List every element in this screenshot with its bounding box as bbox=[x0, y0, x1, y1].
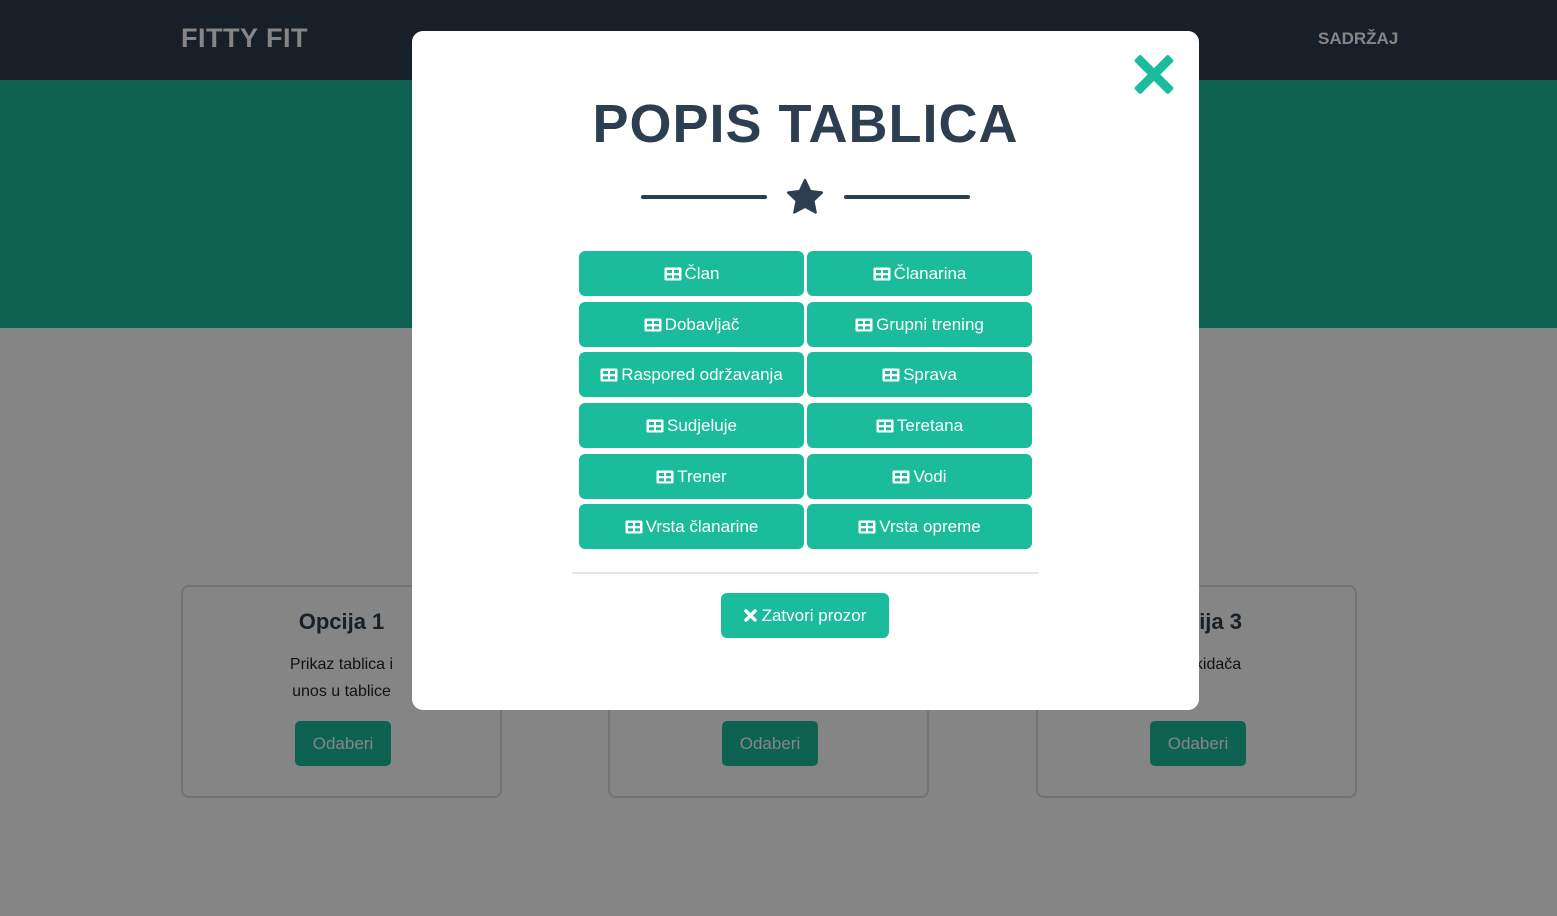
times-icon bbox=[743, 609, 757, 622]
close-icon[interactable] bbox=[1134, 55, 1174, 95]
table-icon bbox=[873, 267, 891, 280]
table-button-label: Član bbox=[684, 263, 720, 283]
table-button-label: Raspored održavanja bbox=[621, 364, 783, 384]
table-icon bbox=[644, 318, 662, 331]
table-button[interactable]: Raspored održavanja bbox=[579, 352, 804, 397]
table-button[interactable]: Sprava bbox=[807, 352, 1032, 397]
table-icon bbox=[882, 368, 900, 381]
divider-line-left bbox=[641, 195, 767, 199]
table-icon bbox=[892, 470, 910, 483]
table-button[interactable]: Sudjeluje bbox=[579, 403, 804, 448]
close-window-label: Zatvori prozor bbox=[761, 605, 867, 625]
table-button[interactable]: Grupni trening bbox=[807, 302, 1032, 347]
modal-title: POPIS TABLICA bbox=[592, 94, 1019, 154]
close-window-button[interactable]: Zatvori prozor bbox=[721, 593, 889, 638]
table-button[interactable]: Teretana bbox=[807, 403, 1032, 448]
modal-separator bbox=[572, 572, 1039, 574]
table-icon bbox=[646, 419, 664, 432]
table-icon bbox=[600, 368, 618, 381]
table-button[interactable]: Vodi bbox=[807, 454, 1032, 499]
table-icon bbox=[858, 520, 876, 533]
table-icon bbox=[855, 318, 873, 331]
star-icon bbox=[786, 178, 824, 214]
table-button[interactable]: Vrsta opreme bbox=[807, 504, 1032, 549]
table-button-label: Teretana bbox=[896, 415, 964, 435]
table-button[interactable]: Trener bbox=[579, 454, 804, 499]
table-button[interactable]: Član bbox=[579, 251, 804, 296]
table-button-label: Članarina bbox=[893, 263, 967, 283]
table-button-label: Dobavljač bbox=[664, 314, 740, 334]
tables-modal: POPIS TABLICA Član Članarina Dobavljač Grup… bbox=[412, 31, 1199, 710]
table-button-label: Vrsta opreme bbox=[879, 516, 981, 536]
table-icon bbox=[656, 470, 674, 483]
table-button-label: Sudjeluje bbox=[667, 415, 737, 435]
table-icon bbox=[625, 520, 643, 533]
table-icon bbox=[664, 267, 682, 280]
table-button-label: Grupni trening bbox=[876, 314, 984, 334]
table-button-label: Vrsta članarine bbox=[645, 516, 759, 536]
table-button-label: Sprava bbox=[903, 364, 957, 384]
table-button[interactable]: Članarina bbox=[807, 251, 1032, 296]
divider-line-right bbox=[844, 195, 970, 199]
table-icon bbox=[876, 419, 894, 432]
table-button[interactable]: Dobavljač bbox=[579, 302, 804, 347]
table-button-label: Vodi bbox=[913, 466, 947, 486]
table-button-label: Trener bbox=[677, 466, 727, 486]
table-button[interactable]: Vrsta članarine bbox=[579, 504, 804, 549]
